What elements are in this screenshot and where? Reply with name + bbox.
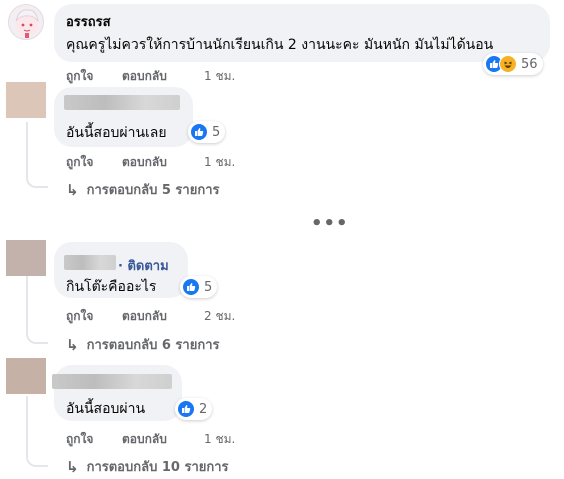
avatar[interactable] bbox=[6, 358, 46, 394]
view-replies-link[interactable]: ↳ การตอบกลับ 5 รายการ bbox=[66, 179, 219, 200]
reply-button[interactable]: ตอบกลับ bbox=[122, 430, 167, 449]
like-icon bbox=[182, 278, 200, 296]
comment-timestamp[interactable]: 1 ชม. bbox=[204, 153, 235, 172]
comment-text: คุณครูไม่ควรให้การบ้านนักเรียนเกิน 2 งาน… bbox=[66, 37, 494, 53]
reply-button[interactable]: ตอบกลับ bbox=[122, 307, 167, 326]
avatar[interactable] bbox=[6, 240, 46, 276]
view-replies-link[interactable]: ↳ การตอบกลับ 10 รายการ bbox=[66, 456, 229, 477]
avatar-illustration-icon bbox=[15, 9, 39, 38]
comment-timestamp[interactable]: 1 ชม. bbox=[204, 430, 235, 449]
comment-author[interactable] bbox=[64, 255, 116, 270]
like-icon bbox=[177, 400, 195, 418]
comment-author[interactable] bbox=[64, 95, 180, 110]
reaction-badge[interactable]: 2 bbox=[175, 398, 213, 420]
reply-button[interactable]: ตอบกลับ bbox=[122, 67, 167, 86]
reply-arrow-icon: ↳ bbox=[66, 457, 79, 476]
reaction-count: 5 bbox=[212, 124, 221, 140]
comment-text: กินโต๊ะคืออะไร bbox=[66, 279, 157, 295]
reaction-badge[interactable]: 56 bbox=[483, 53, 543, 75]
reaction-count: 56 bbox=[521, 56, 538, 72]
comment-timestamp[interactable]: 2 ชม. bbox=[204, 307, 235, 326]
comment-timestamp[interactable]: 1 ชม. bbox=[204, 67, 235, 86]
follow-link[interactable]: · ติดตาม bbox=[118, 255, 169, 276]
thread-connector bbox=[26, 332, 48, 344]
comment-author[interactable] bbox=[52, 374, 172, 389]
thread-connector bbox=[26, 455, 48, 467]
like-button[interactable]: ถูกใจ bbox=[66, 430, 93, 449]
avatar[interactable] bbox=[8, 4, 44, 40]
comment-text: อันนี้สอบผ่านเลย bbox=[66, 125, 167, 141]
thread-line bbox=[26, 122, 28, 177]
reply-button[interactable]: ตอบกลับ bbox=[122, 153, 167, 172]
like-button[interactable]: ถูกใจ bbox=[66, 307, 93, 326]
thread-connector bbox=[26, 176, 48, 188]
view-replies-link[interactable]: ↳ การตอบกลับ 6 รายการ bbox=[66, 334, 219, 355]
reply-arrow-icon: ↳ bbox=[66, 335, 79, 354]
reaction-badge[interactable]: 5 bbox=[188, 121, 226, 143]
reaction-count: 2 bbox=[199, 401, 208, 417]
avatar[interactable] bbox=[6, 82, 46, 118]
like-button[interactable]: ถูกใจ bbox=[66, 153, 93, 172]
more-comments-icon[interactable]: ••• bbox=[311, 213, 349, 234]
reaction-badge[interactable]: 5 bbox=[180, 276, 218, 298]
like-icon bbox=[190, 123, 208, 141]
like-button[interactable]: ถูกใจ bbox=[66, 67, 93, 86]
replies-label: การตอบกลับ 5 รายการ bbox=[86, 183, 220, 198]
reply-arrow-icon: ↳ bbox=[66, 180, 79, 199]
replies-label: การตอบกลับ 6 รายการ bbox=[86, 338, 220, 353]
haha-icon bbox=[499, 55, 517, 73]
thread-line bbox=[26, 276, 28, 333]
comment-author[interactable]: อรรถรส bbox=[66, 11, 111, 32]
comment-text: อันนี้สอบผ่าน bbox=[66, 401, 146, 417]
reaction-count: 5 bbox=[204, 279, 213, 295]
replies-label: การตอบกลับ 10 รายการ bbox=[86, 460, 229, 475]
thread-line bbox=[26, 396, 28, 456]
